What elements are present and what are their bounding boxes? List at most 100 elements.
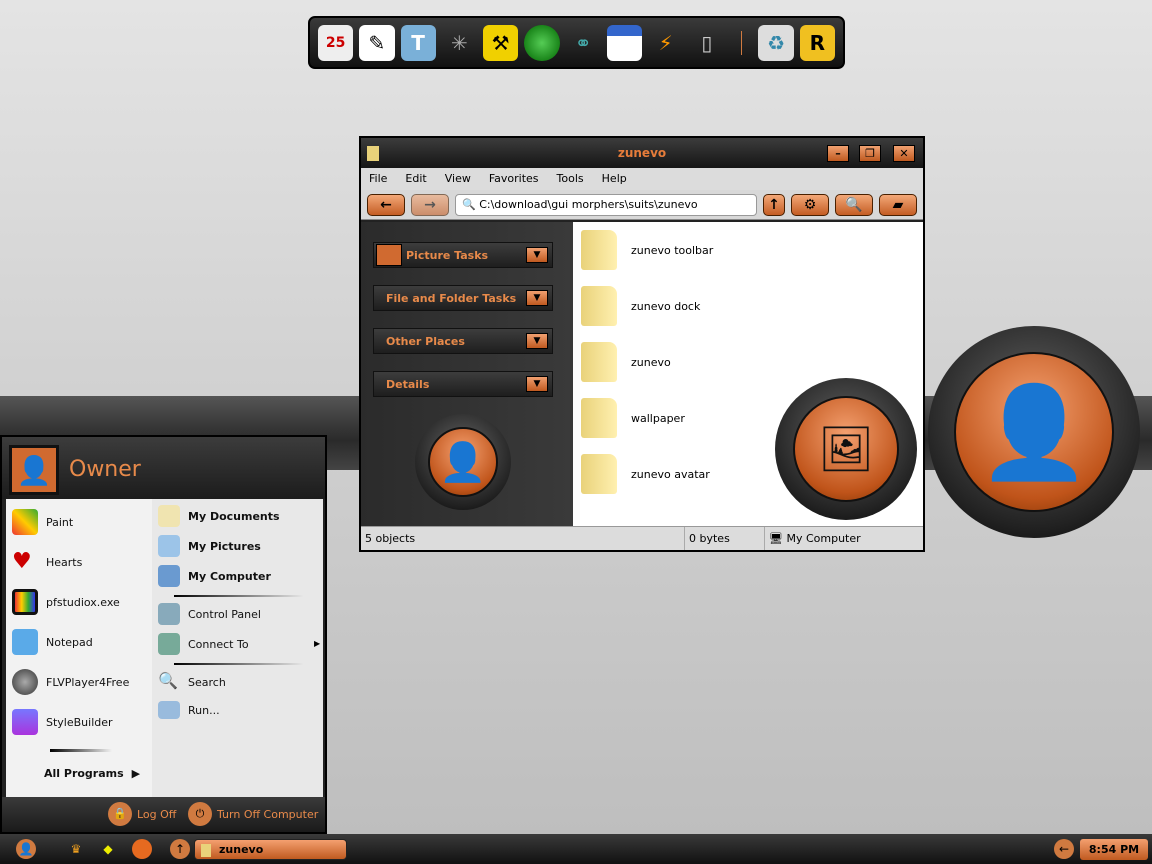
item-label: Hearts bbox=[46, 555, 83, 569]
list-item[interactable]: wallpaper bbox=[581, 398, 685, 438]
quicklaunch-icon-2[interactable]: ◆ bbox=[98, 839, 118, 859]
title-bar[interactable]: zunevo – ❐ ✕ bbox=[361, 138, 923, 168]
address-bar[interactable]: 🔍 C:\download\gui morphers\suits\zunevo bbox=[455, 193, 757, 216]
user-orb: 👤 bbox=[415, 414, 511, 510]
control-panel[interactable]: Control Panel bbox=[158, 603, 261, 625]
large-avatar-orb: 👤 bbox=[928, 326, 1140, 538]
divider bbox=[50, 749, 112, 752]
details-panel[interactable]: Details ▼ bbox=[373, 371, 553, 397]
text-editor-icon[interactable]: T bbox=[400, 24, 436, 61]
divider bbox=[174, 663, 304, 665]
avatar[interactable]: 👤 bbox=[9, 445, 59, 495]
chevron-down-icon[interactable]: ▼ bbox=[526, 247, 548, 263]
menu-bar: File Edit View Favorites Tools Help bbox=[361, 168, 923, 190]
all-programs-button[interactable]: All Programs ▶ bbox=[44, 767, 140, 780]
program-notepad[interactable]: Notepad bbox=[12, 629, 93, 655]
start-menu-header: 👤 Owner bbox=[2, 437, 325, 499]
program-hearts[interactable]: ♥ Hearts bbox=[12, 549, 82, 575]
computer-icon: 🖥 bbox=[769, 532, 783, 545]
chevron-down-icon[interactable]: ▼ bbox=[526, 290, 548, 306]
restore-button[interactable]: ❐ bbox=[859, 145, 881, 162]
menu-tools[interactable]: Tools bbox=[557, 172, 584, 186]
search[interactable]: 🔍 Search bbox=[158, 671, 226, 693]
network-icon[interactable]: ⚭ bbox=[566, 25, 601, 61]
status-bar: 5 objects 0 bytes 🖥 My Computer bbox=[361, 526, 923, 550]
menu-favorites[interactable]: Favorites bbox=[489, 172, 539, 186]
winamp-icon[interactable]: ⚡ bbox=[648, 25, 683, 61]
connect-to[interactable]: Connect To bbox=[158, 633, 249, 655]
folder-icon bbox=[581, 286, 617, 326]
forward-button[interactable]: → bbox=[411, 193, 449, 216]
item-label: Run... bbox=[188, 703, 220, 717]
pen-tool-icon[interactable]: ✎ bbox=[359, 24, 395, 61]
studio-icon bbox=[12, 589, 38, 615]
turn-off-button[interactable]: ⏻ Turn Off Computer bbox=[188, 802, 318, 826]
item-label: pfstudiox.exe bbox=[46, 595, 120, 609]
program-stylebuilder[interactable]: StyleBuilder bbox=[12, 709, 113, 735]
chevron-down-icon[interactable]: ▼ bbox=[526, 333, 548, 349]
item-label: My Computer bbox=[188, 569, 271, 583]
list-item[interactable]: zunevo dock bbox=[581, 286, 700, 326]
folders-button[interactable]: ▰ bbox=[879, 193, 917, 216]
item-label: Paint bbox=[46, 515, 74, 529]
folder-icon bbox=[581, 342, 617, 382]
arrow-right-icon: ▶ bbox=[314, 639, 321, 648]
status-location: My Computer bbox=[786, 532, 861, 545]
user-name: Owner bbox=[69, 457, 141, 482]
search-icon: 🔍 bbox=[462, 197, 476, 211]
minimize-button[interactable]: – bbox=[827, 145, 849, 162]
menu-help[interactable]: Help bbox=[602, 172, 627, 186]
file-folder-tasks-panel[interactable]: File and Folder Tasks ▼ bbox=[373, 285, 553, 311]
up-arrow-icon[interactable]: ↑ bbox=[170, 839, 190, 859]
list-item[interactable]: zunevo avatar bbox=[581, 454, 710, 494]
item-label: My Documents bbox=[188, 509, 280, 523]
user-icon: 👤 bbox=[954, 352, 1114, 512]
recycle-bin-icon[interactable]: ♻ bbox=[758, 24, 794, 61]
clock[interactable]: 8:54 PM bbox=[1080, 839, 1148, 860]
up-button[interactable]: ↑ bbox=[763, 193, 785, 216]
notepad-icon bbox=[12, 629, 38, 655]
firefox-icon[interactable] bbox=[132, 839, 152, 859]
list-item[interactable]: zunevo toolbar bbox=[581, 230, 713, 270]
spider-web-icon[interactable]: ✳ bbox=[442, 25, 477, 61]
run[interactable]: Run... bbox=[158, 701, 220, 719]
settings-button[interactable]: ⚙ bbox=[791, 193, 829, 216]
quicklaunch-icon-1[interactable]: ♛ bbox=[66, 839, 86, 859]
picture-tasks-panel[interactable]: Picture Tasks ▼ bbox=[373, 242, 553, 268]
menu-edit[interactable]: Edit bbox=[405, 172, 426, 186]
program-pfstudiox[interactable]: pfstudiox.exe bbox=[12, 589, 120, 615]
r-app-icon[interactable]: R bbox=[799, 24, 835, 61]
pda-icon[interactable]: ▯ bbox=[689, 25, 724, 61]
close-button[interactable]: ✕ bbox=[893, 145, 915, 162]
program-flvplayer[interactable]: FLVPlayer4Free bbox=[12, 669, 129, 695]
list-item[interactable]: zunevo bbox=[581, 342, 671, 382]
computer-icon bbox=[158, 565, 180, 587]
stylebuilder-icon bbox=[12, 709, 38, 735]
green-orb-icon[interactable] bbox=[524, 24, 560, 61]
log-off-button[interactable]: 🔒 Log Off bbox=[108, 802, 176, 826]
item-label: Search bbox=[188, 675, 226, 689]
my-pictures[interactable]: My Pictures bbox=[158, 535, 261, 557]
tray-arrow-icon[interactable]: ← bbox=[1054, 839, 1074, 859]
control-panel-icon bbox=[158, 603, 180, 625]
menu-file[interactable]: File bbox=[369, 172, 387, 186]
other-places-panel[interactable]: Other Places ▼ bbox=[373, 328, 553, 354]
search-button[interactable]: 🔍 bbox=[835, 193, 873, 216]
file-name: zunevo dock bbox=[631, 299, 701, 313]
menu-view[interactable]: View bbox=[445, 172, 471, 186]
paint-icon bbox=[12, 509, 38, 535]
my-documents[interactable]: My Documents bbox=[158, 505, 280, 527]
run-icon bbox=[158, 701, 180, 719]
program-paint[interactable]: Paint bbox=[12, 509, 73, 535]
chevron-down-icon[interactable]: ▼ bbox=[526, 376, 548, 392]
lock-icon: 🔒 bbox=[108, 802, 132, 826]
hammer-icon[interactable]: ⚒ bbox=[483, 24, 519, 61]
taskbar-task-zunevo[interactable]: zunevo bbox=[194, 839, 347, 860]
calendar-icon[interactable]: 25 bbox=[318, 24, 354, 61]
my-computer[interactable]: My Computer bbox=[158, 565, 271, 587]
folder-icon bbox=[581, 398, 617, 438]
file-name: zunevo avatar bbox=[631, 467, 710, 481]
calendar-window-icon[interactable] bbox=[606, 24, 642, 61]
back-button[interactable]: ← bbox=[367, 193, 405, 216]
start-button[interactable]: 👤 bbox=[16, 839, 36, 859]
